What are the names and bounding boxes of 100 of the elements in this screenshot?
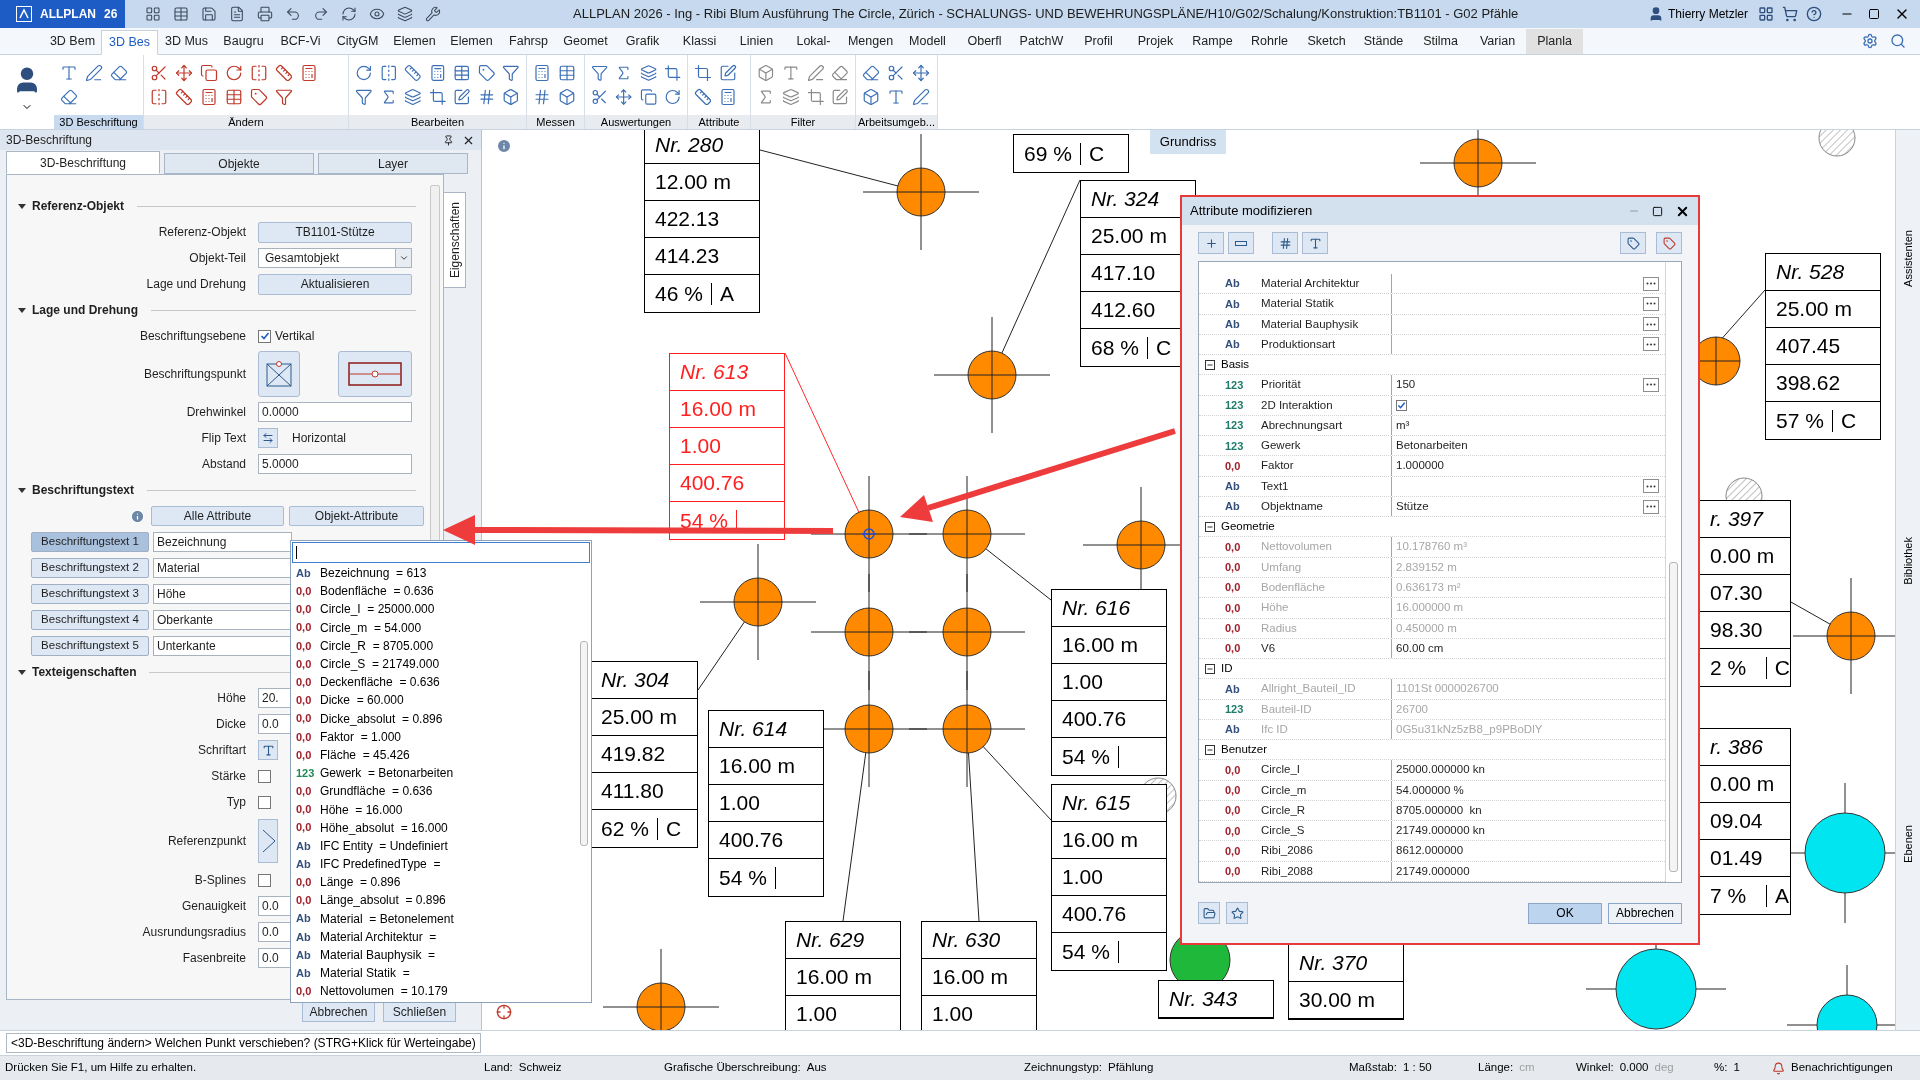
ribbon-tab[interactable]: Varian [1469,29,1526,54]
side-tab[interactable]: Eigenschaften [444,192,466,288]
attribute-option[interactable]: Material Bauphysik = [320,946,436,965]
filter-icon[interactable] [502,64,521,82]
side-tab[interactable]: Ebenen [1899,824,1917,863]
layers-icon[interactable] [397,6,413,22]
remove-button[interactable] [1228,232,1254,254]
maximize-icon[interactable] [1868,8,1880,20]
eye-icon[interactable] [369,6,385,22]
attribute-option[interactable]: Bezeichnung = 613 [320,564,427,583]
eraser-icon[interactable] [60,88,78,106]
panel-tab[interactable]: Layer [318,153,468,174]
panel-tab[interactable]: 3D-Beschriftung [6,151,160,174]
ribbon-tab[interactable]: Baugru [215,29,272,54]
attribute-option[interactable]: Nettovolumen = 10.179 [320,982,448,1001]
refresh-icon[interactable] [341,6,357,22]
attribute-option[interactable]: Länge = 0.896 [320,873,401,892]
filter-icon[interactable] [275,88,293,106]
calculator-icon[interactable] [428,64,447,82]
attribute-value[interactable]: 54.000000 % [1396,781,1464,799]
text-slot-button[interactable]: Beschriftungstext 3 [31,584,149,604]
tag-icon[interactable] [477,64,496,82]
calculator-icon[interactable] [200,88,218,106]
more-button[interactable] [1643,337,1659,352]
text-icon[interactable] [60,64,78,82]
ruler-icon[interactable] [275,64,293,82]
text-slot-button[interactable]: Beschriftungstext 2 [31,558,149,578]
open-button[interactable] [1198,902,1220,924]
attribute-button[interactable]: Objekt-Attribute [289,506,424,526]
ribbon-tab[interactable]: Elemen [386,29,443,54]
collapse-caret-icon[interactable] [17,201,27,211]
value-button[interactable]: TB1101-Stütze [258,221,412,243]
ribbon-tab[interactable]: Linien [728,29,785,54]
status-label[interactable]: Benachrichtigungen [1791,1059,1893,1077]
ruler-icon[interactable] [694,88,712,106]
pen-icon[interactable] [912,88,930,106]
ribbon-tab[interactable]: Rohrle [1241,29,1298,54]
ruler-icon[interactable] [404,64,422,82]
layers-icon[interactable] [404,88,422,106]
search-field[interactable] [292,542,590,563]
ribbon-tab[interactable]: PatchW [1013,29,1070,54]
attribute-option[interactable]: Fläche = 45.426 [320,745,410,764]
add-button[interactable] [1198,232,1224,254]
collapse-icon[interactable] [1205,744,1215,755]
copy-icon[interactable] [200,64,218,82]
ribbon-tab[interactable]: Oberfl [956,29,1013,54]
checkbox[interactable] [258,873,271,887]
filter-icon[interactable] [591,64,609,82]
attribute-option[interactable]: Circle_m = 54.000 [320,618,422,637]
ribbon-tab[interactable]: CityGM [329,29,386,54]
ribbon-tab[interactable]: Planla [1526,29,1583,54]
search-icon[interactable] [1890,33,1906,49]
point-option-button[interactable] [258,351,300,397]
crop-icon[interactable] [428,88,447,106]
attribute-option[interactable]: Deckenfläche = 0.636 [320,673,440,692]
attribute-value[interactable]: 21749.000000 kn [1396,822,1485,840]
undo-icon[interactable] [285,6,301,22]
move-icon[interactable] [175,64,193,82]
ribbon-tab[interactable]: Klassi [671,29,728,54]
font-button[interactable] [258,740,278,760]
attribute-value[interactable]: m³ [1396,416,1410,435]
value-button[interactable]: Aktualisieren [258,273,412,295]
ribbon-tab[interactable]: Rampe [1184,29,1241,54]
wrench-icon[interactable] [425,6,441,22]
cube-icon[interactable] [757,64,775,82]
text-slot-button[interactable]: Beschriftungstext 1 [31,532,149,552]
ribbon-tab[interactable]: Elemen [443,29,500,54]
value-field[interactable]: 5.0000 [258,454,412,474]
tool-button[interactable] [1302,232,1328,254]
ribbon-tab[interactable]: 3D Mus [158,29,215,54]
ribbon-tab[interactable]: BCF-Vi [272,29,329,54]
attribute-option[interactable]: Faktor = 1.000 [320,727,402,746]
rotate-icon[interactable] [225,64,243,82]
more-button[interactable] [1643,499,1659,514]
tag-button[interactable] [1620,232,1646,254]
user-icon[interactable] [1648,6,1664,22]
snap-icon[interactable] [496,1004,512,1020]
ribbon-tab[interactable]: Profil [1070,29,1127,54]
scissors-icon[interactable] [887,64,905,82]
side-tab[interactable]: Bibliothek [1899,536,1917,585]
ribbon-tab[interactable]: Lokal- [785,29,842,54]
attribute-value[interactable]: Betonarbeiten [1396,437,1468,455]
rotate-icon[interactable] [663,88,681,106]
hash-icon[interactable] [533,88,551,106]
ribbon-tab[interactable]: Modell [899,29,956,54]
collapse-caret-icon[interactable] [17,305,27,315]
crop-icon[interactable] [806,88,825,106]
attribute-value[interactable]: 25000.000000 kn [1396,761,1485,779]
attribute-field[interactable]: Oberkante [153,610,292,630]
attribute-value[interactable]: 60.00 cm [1396,639,1444,658]
cube-icon[interactable] [558,88,576,106]
table-icon[interactable] [225,88,243,106]
more-button[interactable] [1643,317,1659,332]
flip-icon[interactable] [150,88,168,106]
more-button[interactable] [1643,296,1659,311]
edit-icon[interactable] [719,64,737,82]
checkbox[interactable] [258,329,271,343]
info-icon[interactable] [496,138,512,154]
info-icon[interactable] [130,508,145,524]
attribute-option[interactable]: Höhe = 16.000 [320,800,403,819]
